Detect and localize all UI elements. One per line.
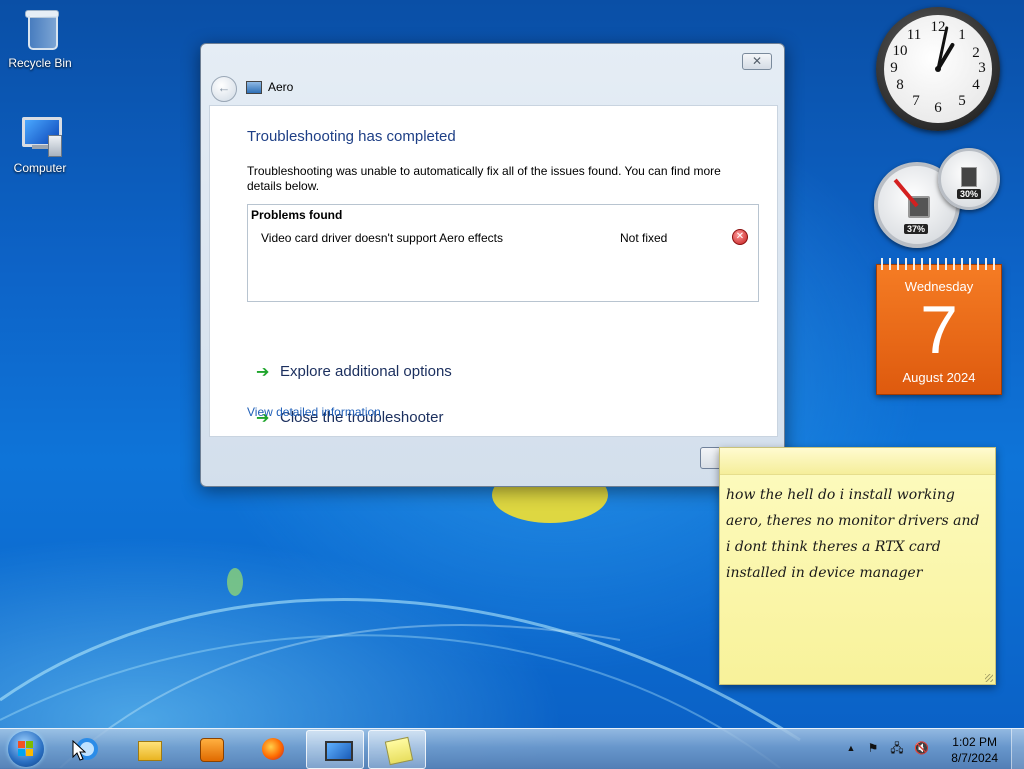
- start-button[interactable]: [8, 731, 44, 767]
- memory-gauge: 30%: [938, 148, 1000, 210]
- clock-display[interactable]: 1:02 PM 8/7/2024: [951, 734, 998, 766]
- memory-percent: 30%: [957, 189, 982, 199]
- tray-time: 1:02 PM: [952, 735, 997, 749]
- resize-grip-icon[interactable]: [985, 674, 993, 682]
- calendar-month-year: August 2024: [902, 370, 976, 385]
- action-center-flag-icon[interactable]: ⚑: [866, 741, 880, 755]
- tray-date: 8/7/2024: [951, 751, 998, 765]
- show-desktop-button[interactable]: [1011, 729, 1024, 769]
- dialog-content: Troubleshooting has completed Troublesho…: [209, 105, 778, 437]
- mouse-cursor-icon: [72, 740, 86, 761]
- explore-options-link[interactable]: ➔ Explore additional options: [256, 362, 506, 384]
- computer-icon: [18, 113, 62, 157]
- clock-hands: [935, 26, 955, 72]
- taskbar: ▲ ⚑ 🖧 🔇 1:02 PM 8/7/2024: [0, 728, 1024, 769]
- desktop-icon-recycle-bin[interactable]: Recycle Bin: [0, 8, 80, 70]
- cpu-meter-gadget[interactable]: 37% 30%: [874, 148, 1000, 248]
- taskbar-sticky-notes[interactable]: [368, 730, 426, 769]
- window-title: Aero: [268, 80, 294, 94]
- cpu-gauge-needle: [893, 178, 919, 208]
- windows-explorer-icon: [138, 741, 162, 761]
- memory-chip-icon: [961, 167, 977, 187]
- link-label: Explore additional options: [280, 363, 452, 380]
- clock-center-pin: [935, 66, 941, 72]
- result-description: Troubleshooting was unable to automatica…: [247, 164, 721, 193]
- network-icon[interactable]: 🖧: [890, 741, 904, 755]
- sticky-notes-icon: [384, 736, 414, 766]
- taskbar-display-settings[interactable]: [306, 730, 364, 769]
- recycle-bin-icon: [18, 8, 62, 52]
- clock-face: 12 1 2 3 4 5 6 7 8 9 10 11: [884, 15, 992, 123]
- taskbar-firefox[interactable]: [244, 730, 300, 767]
- calendar-rings: [881, 258, 997, 270]
- cpu-percent: 37%: [904, 224, 929, 234]
- desktop-icon-label: Computer: [13, 161, 67, 175]
- show-hidden-icons-chevron-icon[interactable]: ▲: [844, 741, 858, 755]
- taskbar-media-player[interactable]: [182, 730, 238, 767]
- media-player-icon: [200, 738, 224, 762]
- green-arrow-icon: ➔: [256, 364, 270, 381]
- calendar-gadget[interactable]: Wednesday 7 August 2024: [876, 258, 1002, 395]
- troubleshooter-window: ✕ ← Aero Troubleshooting has completed T…: [200, 43, 785, 487]
- firefox-icon: [262, 738, 284, 760]
- problem-name: Video card driver doesn't support Aero e…: [261, 231, 503, 245]
- page-title: Troubleshooting has completed: [247, 128, 456, 145]
- problem-status: Not fixed: [620, 231, 668, 245]
- sticky-note[interactable]: how the hell do i install working aero, …: [719, 447, 996, 685]
- troubleshooter-icon: [246, 81, 262, 94]
- taskbar-internet-explorer[interactable]: [58, 730, 114, 767]
- sticky-note-titlebar[interactable]: [720, 448, 995, 475]
- taskbar-windows-explorer[interactable]: [120, 730, 176, 767]
- volume-muted-icon[interactable]: 🔇: [914, 741, 929, 755]
- problems-list: Problems found Video card driver doesn't…: [247, 204, 759, 302]
- sticky-note-text[interactable]: how the hell do i install working aero, …: [726, 482, 988, 586]
- display-settings-icon: [325, 741, 353, 761]
- back-button[interactable]: ←: [211, 76, 237, 102]
- desktop-icon-label: Recycle Bin: [8, 56, 72, 70]
- clock-gadget[interactable]: 12 1 2 3 4 5 6 7 8 9 10 11: [876, 7, 1000, 131]
- error-icon: ✕: [732, 229, 748, 245]
- calendar-day: 7: [920, 292, 958, 368]
- windows-logo-icon: [18, 741, 34, 757]
- view-detailed-information-link[interactable]: View detailed information: [247, 405, 381, 419]
- desktop-icon-computer[interactable]: Computer: [0, 113, 80, 175]
- problems-header: Problems found: [251, 208, 343, 222]
- close-window-button[interactable]: ✕: [742, 53, 772, 70]
